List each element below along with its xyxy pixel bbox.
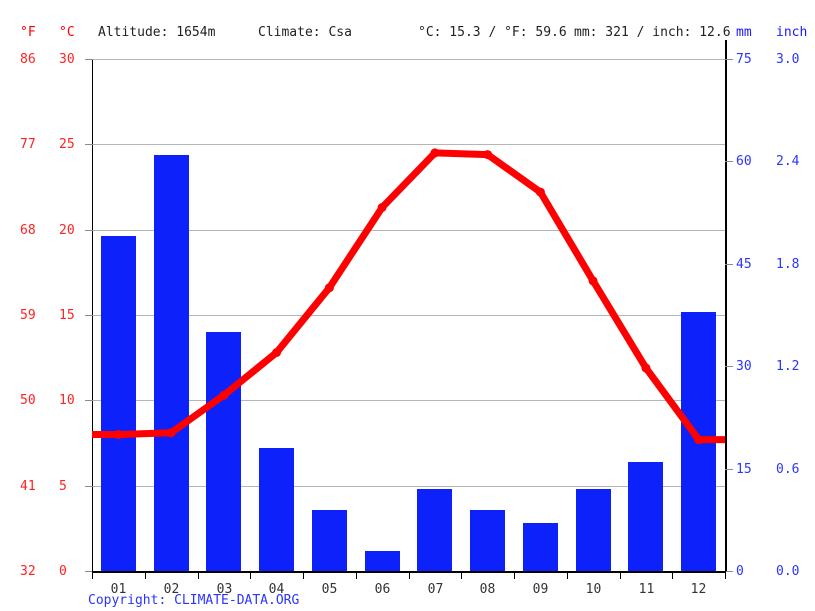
- celsius-tick-label: 30: [59, 52, 75, 67]
- precipitation-bar: [154, 155, 189, 571]
- precipitation-bar: [470, 510, 505, 571]
- header-celsius-label: °C: [59, 25, 75, 40]
- left-axis-tick: [85, 315, 93, 316]
- month-tick: [356, 571, 357, 579]
- temperature-point: 08: 24.4 °C: [483, 150, 493, 160]
- month-label: 12: [690, 582, 707, 597]
- inch-tick-label: 3.0: [776, 52, 800, 67]
- mm-tick-label: 30: [736, 359, 752, 374]
- left-axis-tick: [85, 400, 93, 401]
- left-axis-tick: [85, 486, 93, 487]
- precipitation-bar: [259, 448, 294, 571]
- gridline: [92, 59, 725, 60]
- month-tick: [92, 571, 93, 579]
- precipitation-bar: [628, 462, 663, 571]
- precipitation-bar: [312, 510, 347, 571]
- mm-tick-label: 60: [736, 154, 752, 169]
- fahrenheit-tick-label: 68: [20, 223, 36, 238]
- month-label: 10: [585, 582, 602, 597]
- month-label: 08: [479, 582, 496, 597]
- fahrenheit-tick-label: 59: [20, 308, 36, 323]
- temperature-point: 06: 21.3 °C: [377, 203, 387, 212]
- month-label: 07: [427, 582, 444, 597]
- gridline: [92, 144, 725, 145]
- month-tick: [567, 571, 568, 579]
- month-tick: [514, 571, 515, 579]
- month-tick: [303, 571, 304, 579]
- fahrenheit-tick-label: 50: [20, 393, 36, 408]
- month-tick: [620, 571, 621, 579]
- month-tick: [145, 571, 146, 579]
- precipitation-bar: [681, 312, 716, 571]
- celsius-tick-label: 10: [59, 393, 75, 408]
- month-label: 11: [638, 582, 655, 597]
- temperature-point: 05: 16.6 °C: [324, 283, 334, 293]
- inch-tick-label: 1.2: [776, 359, 800, 374]
- month-tick: [250, 571, 251, 579]
- temperature-point: 10: 17 °C: [588, 276, 598, 286]
- mm-tick-label: 0: [736, 564, 744, 579]
- precipitation-bar: [576, 489, 611, 571]
- fahrenheit-tick-label: 86: [20, 52, 36, 67]
- fahrenheit-tick-label: 77: [20, 137, 36, 152]
- chart-header: °F °C Altitude: 1654m Climate: Csa °C: 1…: [0, 26, 815, 44]
- fahrenheit-tick-label: 32: [20, 564, 36, 579]
- month-tick: [725, 571, 726, 579]
- header-mm-label: mm: [736, 25, 752, 40]
- month-tick: [672, 571, 673, 579]
- celsius-tick-label: 20: [59, 223, 75, 238]
- left-axis-tick: [85, 59, 93, 60]
- temperature-point: 04: 12.8 °C: [272, 348, 282, 357]
- header-precipitation-summary: mm: 321 / inch: 12.6: [574, 25, 731, 40]
- precipitation-bar: [523, 523, 558, 571]
- right-axis-tick: [725, 59, 733, 60]
- precipitation-bar: [417, 489, 452, 571]
- month-label: 05: [321, 582, 338, 597]
- precipitation-bar: [206, 332, 241, 571]
- celsius-tick-label: 5: [59, 479, 67, 494]
- celsius-tick-label: 25: [59, 137, 75, 152]
- header-inch-label: inch: [776, 25, 808, 40]
- right-axis-tick: [725, 366, 733, 367]
- header-climate: Climate: Csa: [258, 25, 352, 40]
- precipitation-bar: [365, 551, 400, 571]
- mm-tick-label: 75: [736, 52, 752, 67]
- header-fahrenheit-label: °F: [20, 25, 36, 40]
- month-tick: [461, 571, 462, 579]
- left-axis-tick: [85, 230, 93, 231]
- header-temperature-summary: °C: 15.3 / °F: 59.6: [418, 25, 567, 40]
- right-axis-tick: [725, 469, 733, 470]
- copyright-text: Copyright: CLIMATE-DATA.ORG: [88, 593, 300, 608]
- celsius-tick-label: 15: [59, 308, 75, 323]
- temperature-point: 09: 22.2 °C: [535, 187, 545, 197]
- month-label: 06: [374, 582, 391, 597]
- right-axis-tick: [725, 264, 733, 265]
- inch-tick-label: 0.6: [776, 462, 800, 477]
- month-label: 09: [532, 582, 549, 597]
- header-altitude: Altitude: 1654m: [98, 25, 216, 40]
- right-axis-line: [725, 40, 727, 571]
- temperature-point: 07: 24.5 °C: [430, 148, 440, 158]
- inch-tick-label: 0.0: [776, 564, 800, 579]
- fahrenheit-tick-label: 41: [20, 479, 36, 494]
- left-axis-tick: [85, 144, 93, 145]
- inch-tick-label: 1.8: [776, 257, 800, 272]
- temperature-point: 11: 11.9 °C: [641, 363, 651, 373]
- month-tick: [409, 571, 410, 579]
- celsius-tick-label: 0: [59, 564, 67, 579]
- right-axis-tick: [725, 161, 733, 162]
- climate-chart: °F °C Altitude: 1654m Climate: Csa °C: 1…: [0, 0, 815, 611]
- mm-tick-label: 45: [736, 257, 752, 272]
- right-axis-tick: [725, 571, 733, 572]
- precipitation-bar: [101, 236, 136, 571]
- month-tick: [198, 571, 199, 579]
- mm-tick-label: 15: [736, 462, 752, 477]
- inch-tick-label: 2.4: [776, 154, 800, 169]
